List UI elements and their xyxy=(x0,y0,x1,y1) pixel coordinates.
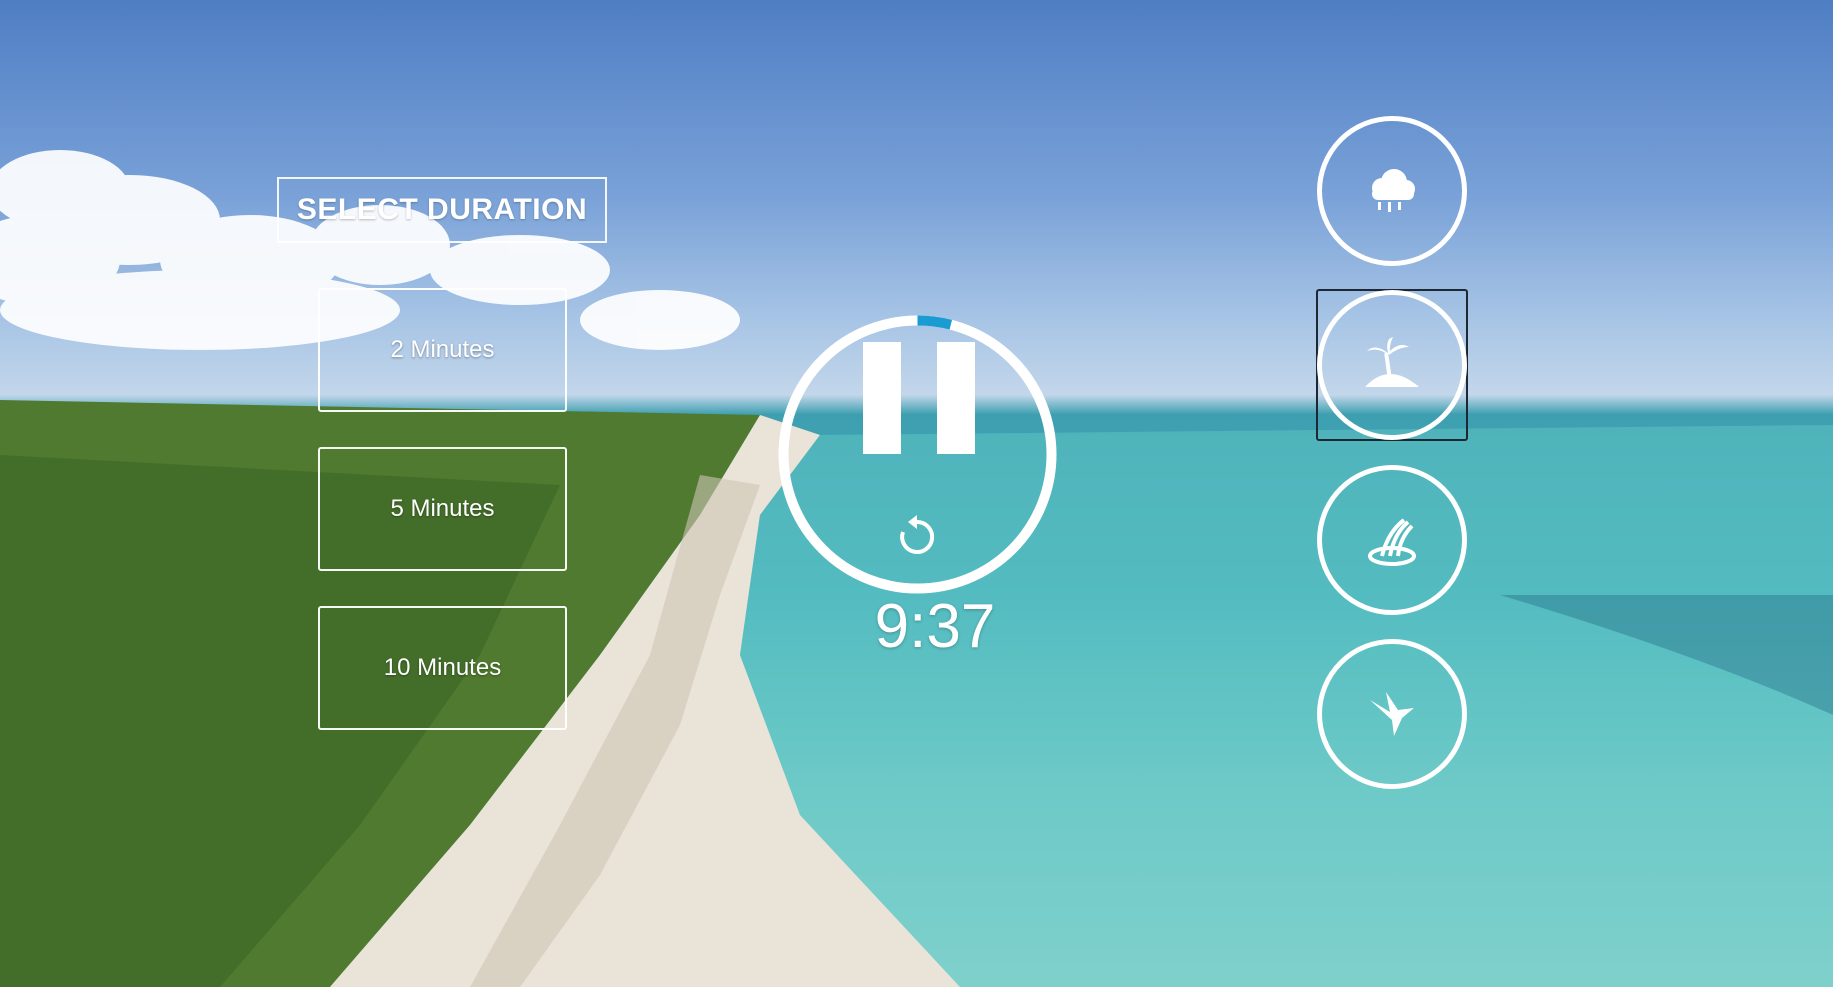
pause-icon-bar xyxy=(937,342,975,454)
timer-control xyxy=(775,312,1060,597)
select-duration-title: SELECT DURATION xyxy=(277,177,607,243)
pause-icon xyxy=(863,342,901,454)
rain-cloud-icon xyxy=(1372,169,1415,212)
pause-button[interactable] xyxy=(860,312,975,462)
duration-2-minutes-button[interactable]: 2 Minutes xyxy=(318,288,567,412)
scene-waterfall-button[interactable] xyxy=(1317,465,1467,615)
palm-island-icon xyxy=(1365,337,1419,387)
reset-icon xyxy=(900,515,935,554)
duration-10-minutes-button[interactable]: 10 Minutes xyxy=(318,606,567,730)
time-remaining: 9:37 xyxy=(874,592,996,661)
reset-button[interactable] xyxy=(892,512,942,562)
scene-island-button[interactable] xyxy=(1317,290,1467,440)
scene-bird-button[interactable] xyxy=(1317,639,1467,789)
waterfall-icon xyxy=(1368,518,1416,566)
duration-5-minutes-button[interactable]: 5 Minutes xyxy=(318,447,567,571)
scene-rain-button[interactable] xyxy=(1317,116,1467,266)
bird-icon xyxy=(1370,692,1414,736)
